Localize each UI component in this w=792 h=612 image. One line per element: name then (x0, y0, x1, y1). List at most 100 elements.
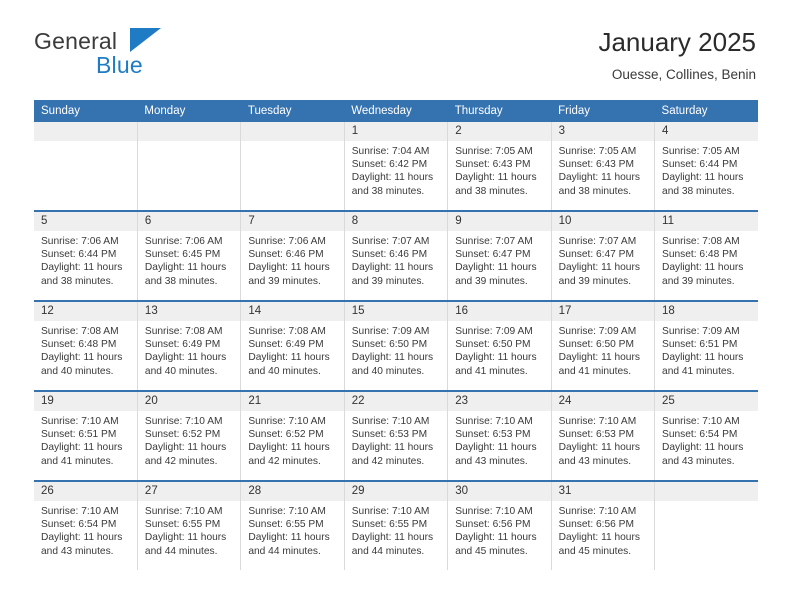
daylight-text-line1: Daylight: 11 hours (351, 172, 434, 184)
day-details: Sunrise: 7:07 AM Sunset: 6:46 PM Daylight:… (345, 231, 447, 288)
sunrise-text: Sunrise: 7:10 AM (662, 416, 740, 427)
sunset-text: Sunset: 6:51 PM (41, 429, 117, 441)
calendar-day-cell[interactable]: 31 Sunrise: 7:10 AM Sunset: 6:56 PM Dayligh… (550, 480, 655, 570)
calendar-day-cell[interactable]: 21 Sunrise: 7:10 AM Sunset: 6:52 PM Dayligh… (240, 390, 345, 481)
sunset-text: Sunset: 6:47 PM (558, 249, 634, 261)
sunset-text: Sunset: 6:52 PM (144, 429, 221, 441)
calendar-day-cell[interactable]: 26 Sunrise: 7:10 AM Sunset: 6:54 PM Dayligh… (34, 480, 138, 570)
sunset-text: Sunset: 6:53 PM (558, 429, 634, 441)
calendar-day-cell[interactable]: 6 Sunrise: 7:06 AM Sunset: 6:45 PM Daylight… (136, 210, 241, 301)
day-number: 31 (551, 482, 655, 501)
daylight-text-line2: and 38 minutes. (455, 185, 528, 197)
calendar-day-cell[interactable]: 22 Sunrise: 7:10 AM Sunset: 6:53 PM Dayligh… (343, 390, 448, 481)
sunset-text: Sunset: 6:50 PM (455, 339, 531, 351)
sunrise-text: Sunrise: 7:09 AM (558, 326, 637, 337)
daylight-text-line1: Daylight: 11 hours (41, 352, 123, 364)
brand-logo[interactable]: General Blue (34, 26, 184, 82)
page-header: General Blue January 2025 Ouesse, Collin… (0, 0, 792, 100)
brand-name-general: General (34, 28, 118, 54)
calendar-day-cell[interactable]: 13 Sunrise: 7:08 AM Sunset: 6:49 PM Dayligh… (136, 300, 241, 391)
day-number: 21 (241, 392, 344, 411)
calendar-day-cell-empty (34, 122, 138, 211)
sunrise-text: Sunrise: 7:10 AM (144, 506, 223, 517)
sunrise-text: Sunrise: 7:10 AM (41, 416, 119, 427)
day-number: 5 (34, 212, 137, 231)
day-number: 8 (344, 212, 448, 231)
sunrise-text: Sunrise: 7:10 AM (558, 416, 637, 427)
calendar-day-cell[interactable]: 27 Sunrise: 7:10 AM Sunset: 6:55 PM Dayligh… (136, 480, 241, 570)
daylight-text-line1: Daylight: 11 hours (558, 442, 640, 454)
daylight-text-line2: and 38 minutes. (662, 185, 735, 197)
daylight-text-line2: and 44 minutes. (144, 545, 218, 557)
calendar-day-cell[interactable]: 23 Sunrise: 7:10 AM Sunset: 6:53 PM Dayligh… (447, 390, 552, 481)
sunset-text: Sunset: 6:54 PM (662, 429, 738, 441)
calendar-day-cell[interactable]: 29 Sunrise: 7:10 AM Sunset: 6:55 PM Dayligh… (343, 480, 448, 570)
calendar-day-cell[interactable]: 15 Sunrise: 7:09 AM Sunset: 6:50 PM Dayligh… (343, 300, 448, 391)
calendar-day-cell[interactable]: 18 Sunrise: 7:09 AM Sunset: 6:51 PM Dayligh… (654, 300, 758, 391)
daylight-text-line1: Daylight: 11 hours (455, 442, 537, 454)
sunset-text: Sunset: 6:54 PM (41, 519, 117, 531)
daylight-text-line1: Daylight: 11 hours (144, 262, 227, 274)
day-details: Sunrise: 7:10 AM Sunset: 6:52 PM Daylight:… (138, 411, 240, 468)
sunrise-text: Sunrise: 7:07 AM (351, 236, 430, 247)
calendar-week-row: 12 Sunrise: 7:08 AM Sunset: 6:48 PM Dayligh… (34, 300, 758, 391)
sunset-text: Sunset: 6:46 PM (351, 249, 428, 261)
day-details: Sunrise: 7:04 AM Sunset: 6:42 PM Daylight:… (345, 141, 447, 198)
day-details: Sunrise: 7:10 AM Sunset: 6:56 PM Daylight:… (448, 501, 550, 558)
weekday-header-tuesday: Tuesday (240, 100, 345, 122)
day-details: Sunrise: 7:10 AM Sunset: 6:55 PM Daylight:… (241, 501, 343, 558)
calendar-day-cell[interactable]: 8 Sunrise: 7:07 AM Sunset: 6:46 PM Daylight… (343, 210, 448, 301)
day-details: Sunrise: 7:09 AM Sunset: 6:51 PM Daylight:… (655, 321, 758, 378)
day-number: 16 (448, 302, 551, 321)
calendar-day-cell[interactable]: 30 Sunrise: 7:10 AM Sunset: 6:56 PM Dayligh… (447, 480, 552, 570)
calendar-day-cell[interactable]: 20 Sunrise: 7:10 AM Sunset: 6:52 PM Dayligh… (136, 390, 241, 481)
day-number: 2 (448, 122, 551, 141)
calendar-day-cell[interactable]: 4 Sunrise: 7:05 AM Sunset: 6:44 PM Daylight… (654, 122, 758, 211)
daylight-text-line2: and 43 minutes. (662, 455, 735, 467)
calendar-day-cell[interactable]: 7 Sunrise: 7:06 AM Sunset: 6:46 PM Daylight… (240, 210, 345, 301)
calendar-week-row: 19 Sunrise: 7:10 AM Sunset: 6:51 PM Dayligh… (34, 390, 758, 481)
weekday-header-thursday: Thursday (447, 100, 552, 122)
calendar-day-cell[interactable]: 24 Sunrise: 7:10 AM Sunset: 6:53 PM Dayligh… (550, 390, 655, 481)
daylight-text-line1: Daylight: 11 hours (558, 352, 640, 364)
day-details: Sunrise: 7:10 AM Sunset: 6:55 PM Daylight:… (138, 501, 240, 558)
calendar-week-row: 1 Sunrise: 7:04 AM Sunset: 6:42 PM Daylight… (34, 122, 758, 211)
day-details: Sunrise: 7:06 AM Sunset: 6:44 PM Daylight:… (34, 231, 137, 288)
sunrise-text: Sunrise: 7:10 AM (248, 416, 326, 427)
calendar-day-cell[interactable]: 12 Sunrise: 7:08 AM Sunset: 6:48 PM Dayligh… (34, 300, 138, 391)
weekday-header-sunday: Sunday (34, 100, 138, 122)
calendar-day-cell[interactable]: 11 Sunrise: 7:08 AM Sunset: 6:48 PM Dayligh… (654, 210, 758, 301)
sunset-text: Sunset: 6:45 PM (144, 249, 221, 261)
calendar-day-cell[interactable]: 10 Sunrise: 7:07 AM Sunset: 6:47 PM Dayligh… (550, 210, 655, 301)
sunset-text: Sunset: 6:55 PM (351, 519, 428, 531)
day-number: 6 (137, 212, 241, 231)
sunset-text: Sunset: 6:48 PM (662, 249, 738, 261)
calendar-day-cell[interactable]: 25 Sunrise: 7:10 AM Sunset: 6:54 PM Dayligh… (654, 390, 758, 481)
calendar-day-cell[interactable]: 17 Sunrise: 7:09 AM Sunset: 6:50 PM Dayligh… (550, 300, 655, 391)
calendar-day-cell[interactable]: 2 Sunrise: 7:05 AM Sunset: 6:43 PM Daylight… (447, 122, 552, 211)
daylight-text-line1: Daylight: 11 hours (41, 442, 123, 454)
daylight-text-line1: Daylight: 11 hours (455, 172, 537, 184)
sunset-text: Sunset: 6:52 PM (248, 429, 324, 441)
calendar-day-cell[interactable]: 3 Sunrise: 7:05 AM Sunset: 6:43 PM Daylight… (550, 122, 655, 211)
calendar-day-cell[interactable]: 16 Sunrise: 7:09 AM Sunset: 6:50 PM Dayligh… (447, 300, 552, 391)
daylight-text-line2: and 42 minutes. (248, 455, 321, 467)
sunrise-text: Sunrise: 7:05 AM (558, 146, 637, 157)
day-details: Sunrise: 7:08 AM Sunset: 6:48 PM Daylight:… (34, 321, 137, 378)
calendar-day-cell[interactable]: 14 Sunrise: 7:08 AM Sunset: 6:49 PM Dayligh… (240, 300, 345, 391)
calendar-day-cell[interactable]: 5 Sunrise: 7:06 AM Sunset: 6:44 PM Daylight… (34, 210, 138, 301)
day-details: Sunrise: 7:05 AM Sunset: 6:44 PM Daylight:… (655, 141, 758, 198)
day-number: 25 (655, 392, 758, 411)
sunrise-text: Sunrise: 7:10 AM (351, 416, 430, 427)
day-details: Sunrise: 7:05 AM Sunset: 6:43 PM Daylight:… (448, 141, 550, 198)
calendar-day-cell[interactable]: 28 Sunrise: 7:10 AM Sunset: 6:55 PM Dayligh… (240, 480, 345, 570)
calendar-day-cell[interactable]: 1 Sunrise: 7:04 AM Sunset: 6:42 PM Daylight… (343, 122, 448, 211)
day-number: 14 (241, 302, 344, 321)
weekday-header-friday: Friday (551, 100, 655, 122)
day-number: 13 (137, 302, 241, 321)
calendar-day-cell[interactable]: 19 Sunrise: 7:10 AM Sunset: 6:51 PM Dayligh… (34, 390, 138, 481)
daylight-text-line2: and 44 minutes. (351, 545, 425, 557)
calendar-day-cell[interactable]: 9 Sunrise: 7:07 AM Sunset: 6:47 PM Daylight… (447, 210, 552, 301)
daylight-text-line2: and 40 minutes. (144, 365, 218, 377)
daylight-text-line1: Daylight: 11 hours (662, 172, 744, 184)
